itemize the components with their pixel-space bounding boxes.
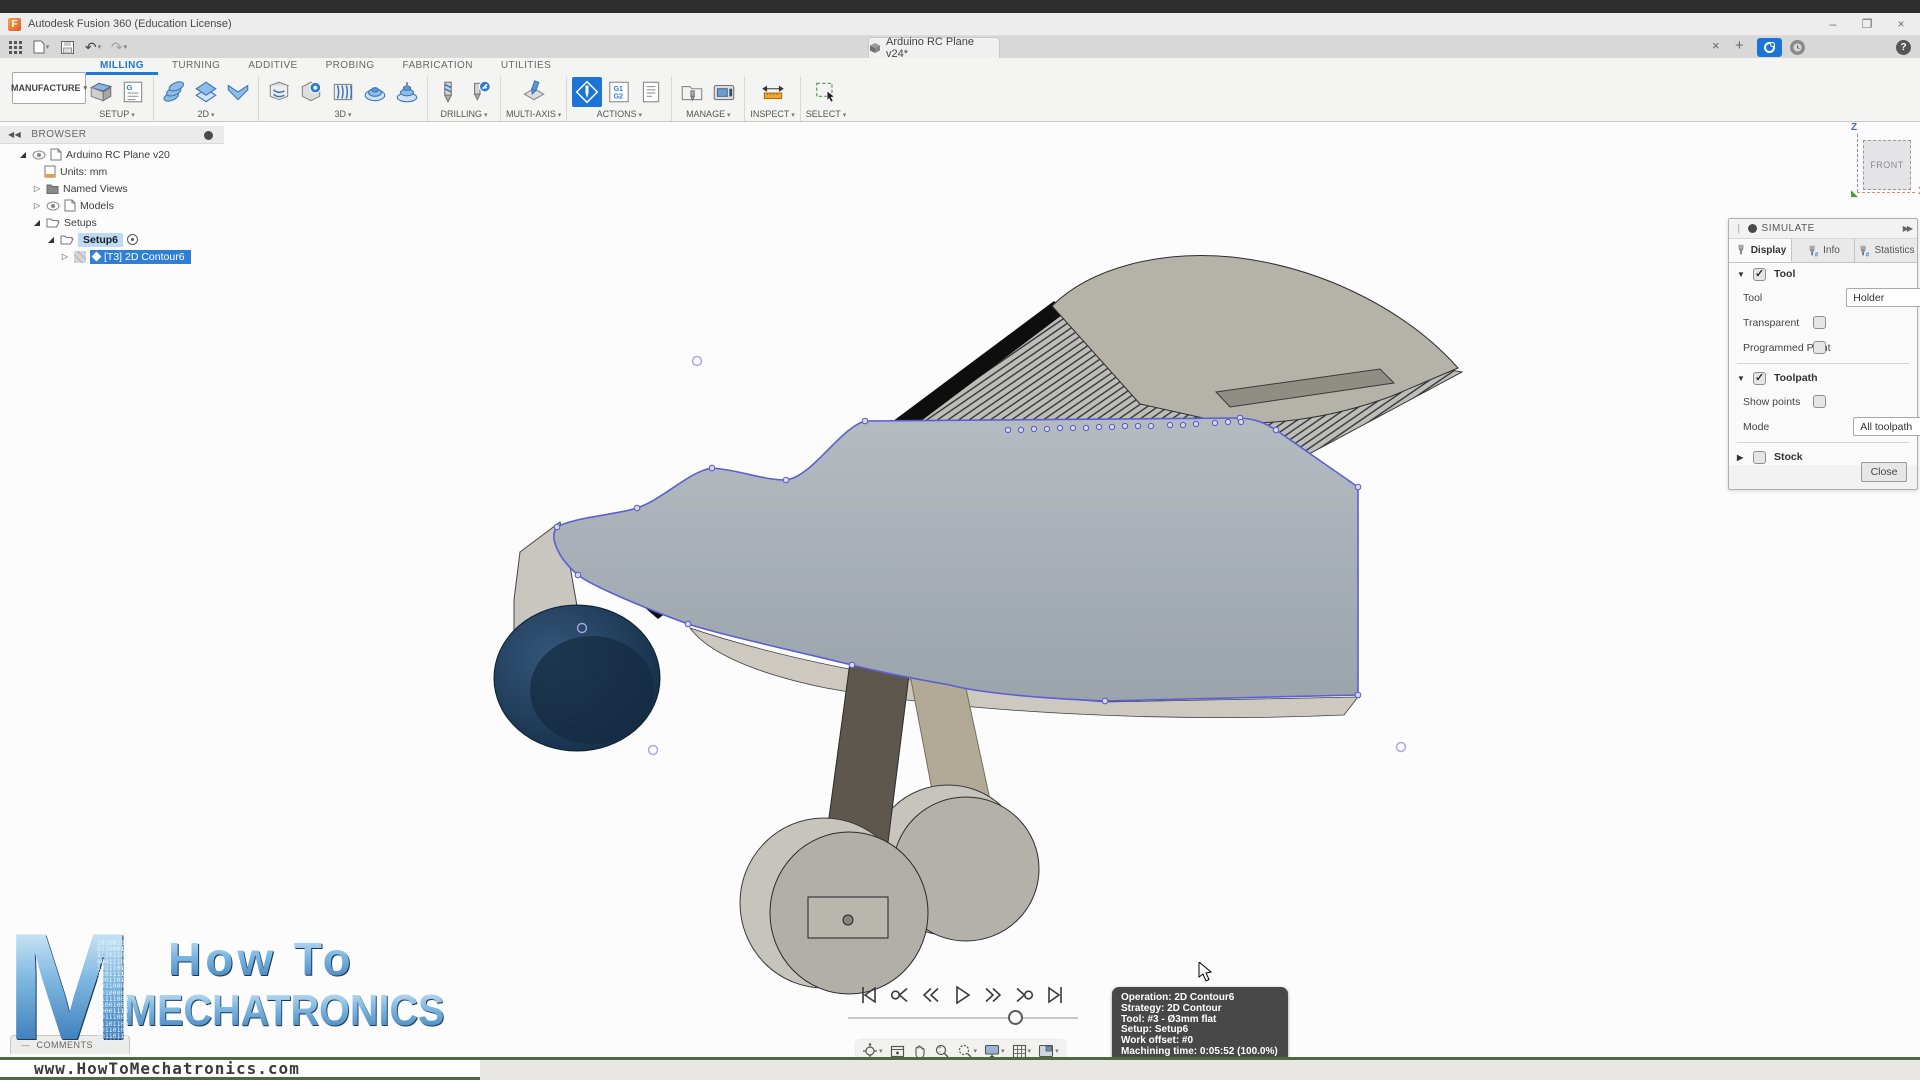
stock-section-checkbox[interactable] xyxy=(1753,451,1766,464)
row-label: Named Views xyxy=(63,183,128,195)
row-label: Units: mm xyxy=(60,166,107,178)
y-axis-arrow: ◣ xyxy=(1851,188,1858,199)
viewcube-front-face[interactable]: FRONT xyxy=(1863,140,1911,190)
collapse-panel-icon[interactable]: ◀◀ xyxy=(8,130,21,139)
step-forward-button[interactable] xyxy=(982,984,1004,1006)
eye-icon[interactable] xyxy=(46,201,60,211)
folder-open-icon xyxy=(60,234,74,245)
viewports-icon[interactable]: ▾ xyxy=(1038,1044,1059,1058)
svg-text:#: # xyxy=(1815,251,1819,258)
browser-row-named-views[interactable]: ▷ Named Views xyxy=(32,180,128,197)
operation-tooltip: Operation: 2D Contour6 Strategy: 2D Cont… xyxy=(1112,987,1288,1064)
play-button[interactable] xyxy=(951,984,973,1006)
browser-row-2d-contour6[interactable]: ▷ [T3] 2D Contour6 xyxy=(60,248,191,265)
watermark-binary-pattern: 10100101 01100010 11101101 00011101 1011… xyxy=(97,940,133,1044)
operation-diamond-icon xyxy=(92,252,102,262)
units-doc-icon xyxy=(44,165,56,178)
skip-to-end-button[interactable] xyxy=(1044,984,1066,1006)
simulate-tabs: Display # Info # Statistics xyxy=(1729,239,1917,263)
simulate-body: ▼ Tool Tool Holder Transparent Programme… xyxy=(1729,263,1917,465)
suppressed-icon[interactable] xyxy=(74,251,86,263)
simulate-dialog: ❘ SIMULATE ▶▶ Display # Info # Statistic… xyxy=(1728,218,1918,490)
watermark-how-to: How To xyxy=(168,932,355,986)
simulation-timeline-track[interactable] xyxy=(848,1017,1078,1019)
tool-section-checkbox[interactable] xyxy=(1753,268,1766,281)
eye-icon[interactable] xyxy=(32,150,46,160)
folder-open-icon xyxy=(46,217,60,228)
tool-field-row: Tool Holder xyxy=(1729,285,1917,310)
next-operation-button[interactable] xyxy=(1013,984,1035,1006)
expand-icon[interactable]: ◢ xyxy=(46,235,56,244)
tab-display[interactable]: Display xyxy=(1729,239,1792,262)
collapse-right-icon[interactable]: ▶▶ xyxy=(1903,224,1911,233)
tab-statistics[interactable]: # Statistics xyxy=(1855,239,1917,262)
toolpath-section-checkbox[interactable] xyxy=(1753,372,1766,385)
watermark-mechatronics: MECHATRONICS xyxy=(124,986,444,1036)
component-icon xyxy=(64,199,76,212)
simulation-playback-controls xyxy=(858,984,1066,1006)
section-caret-icon[interactable]: ▼ xyxy=(1737,270,1745,279)
simulation-timeline-handle[interactable] xyxy=(1008,1010,1023,1025)
tooltip-strategy: Strategy: 2D Contour xyxy=(1121,1004,1279,1015)
simulate-header[interactable]: ❘ SIMULATE ▶▶ xyxy=(1729,219,1917,239)
tool-tab-icon: # xyxy=(1806,244,1820,258)
simulate-close-button[interactable]: Close xyxy=(1861,462,1907,482)
model-viewport[interactable] xyxy=(0,0,1920,1080)
programmed-point-checkbox[interactable] xyxy=(1813,341,1826,354)
programmed-point-field-row: Programmed Point xyxy=(1729,335,1917,360)
tool-section-header[interactable]: ▼ Tool xyxy=(1729,263,1917,285)
show-points-field-row: Show points xyxy=(1729,389,1917,414)
row-label-setup6: Setup6 xyxy=(78,233,123,247)
mouse-cursor xyxy=(1198,962,1214,984)
axle-hole xyxy=(843,915,853,925)
folder-icon xyxy=(46,183,59,194)
tool-select[interactable]: Holder xyxy=(1846,288,1920,307)
svg-text:#: # xyxy=(1866,251,1870,258)
expand-icon[interactable]: ▷ xyxy=(60,252,70,261)
browser-row-root[interactable]: ◢ Arduino RC Plane v20 xyxy=(18,146,170,163)
expand-icon[interactable]: ▷ xyxy=(32,201,42,210)
toolpath-section-header[interactable]: ▼ Toolpath xyxy=(1729,367,1917,389)
svg-text:-: - xyxy=(939,1050,941,1056)
x-axis-line xyxy=(1857,192,1915,193)
browser-row-setups[interactable]: ◢ Setups xyxy=(32,214,97,231)
row-label: Setups xyxy=(64,217,97,229)
browser-panel-header[interactable]: ◀◀ BROWSER xyxy=(0,126,224,144)
tool-tab-icon xyxy=(1734,243,1748,257)
section-caret-icon[interactable]: ▼ xyxy=(1737,374,1745,383)
previous-operation-button[interactable] xyxy=(889,984,911,1006)
expand-icon[interactable]: ▷ xyxy=(32,184,42,193)
step-back-button[interactable] xyxy=(920,984,942,1006)
display-settings-icon[interactable]: ▾ xyxy=(984,1044,1005,1058)
fuselage-face-selected[interactable] xyxy=(554,418,1358,701)
panel-grip-icon: ❘ xyxy=(1735,223,1743,234)
mode-select[interactable]: All toolpath xyxy=(1853,417,1920,436)
browser-row-models[interactable]: ▷ Models xyxy=(32,197,114,214)
browser-row-units[interactable]: Units: mm xyxy=(44,163,107,180)
transparent-checkbox[interactable] xyxy=(1813,316,1826,329)
mode-field-row: Mode All toolpath xyxy=(1729,414,1917,439)
expand-icon[interactable]: ◢ xyxy=(32,218,42,227)
tab-info[interactable]: # Info xyxy=(1792,239,1855,262)
show-points-checkbox[interactable] xyxy=(1813,395,1826,408)
browser-options-icon[interactable] xyxy=(204,131,213,140)
row-label: Models xyxy=(80,200,114,212)
expand-icon[interactable]: ◢ xyxy=(18,150,28,159)
component-icon xyxy=(50,148,62,161)
section-caret-icon[interactable]: ▶ xyxy=(1737,453,1745,462)
row-label: Arduino RC Plane v20 xyxy=(66,149,170,161)
z-axis-label: Z xyxy=(1851,122,1857,133)
selected-operation[interactable]: [T3] 2D Contour6 xyxy=(90,250,191,264)
viewcube[interactable]: FRONT Z X ◣ xyxy=(1843,124,1920,208)
browser-row-setup6[interactable]: ◢ Setup6 xyxy=(46,231,138,248)
browser-title: BROWSER xyxy=(31,129,86,140)
simulate-dot-icon xyxy=(1748,224,1757,233)
tool-tab-icon: # xyxy=(1857,244,1871,258)
row-label: [T3] 2D Contour6 xyxy=(104,251,185,263)
transparent-field-row: Transparent xyxy=(1729,310,1917,335)
z-axis-line xyxy=(1857,134,1858,192)
simulate-title: SIMULATE xyxy=(1762,223,1898,234)
skip-to-start-button[interactable] xyxy=(858,984,880,1006)
active-setup-radio[interactable] xyxy=(127,234,138,245)
